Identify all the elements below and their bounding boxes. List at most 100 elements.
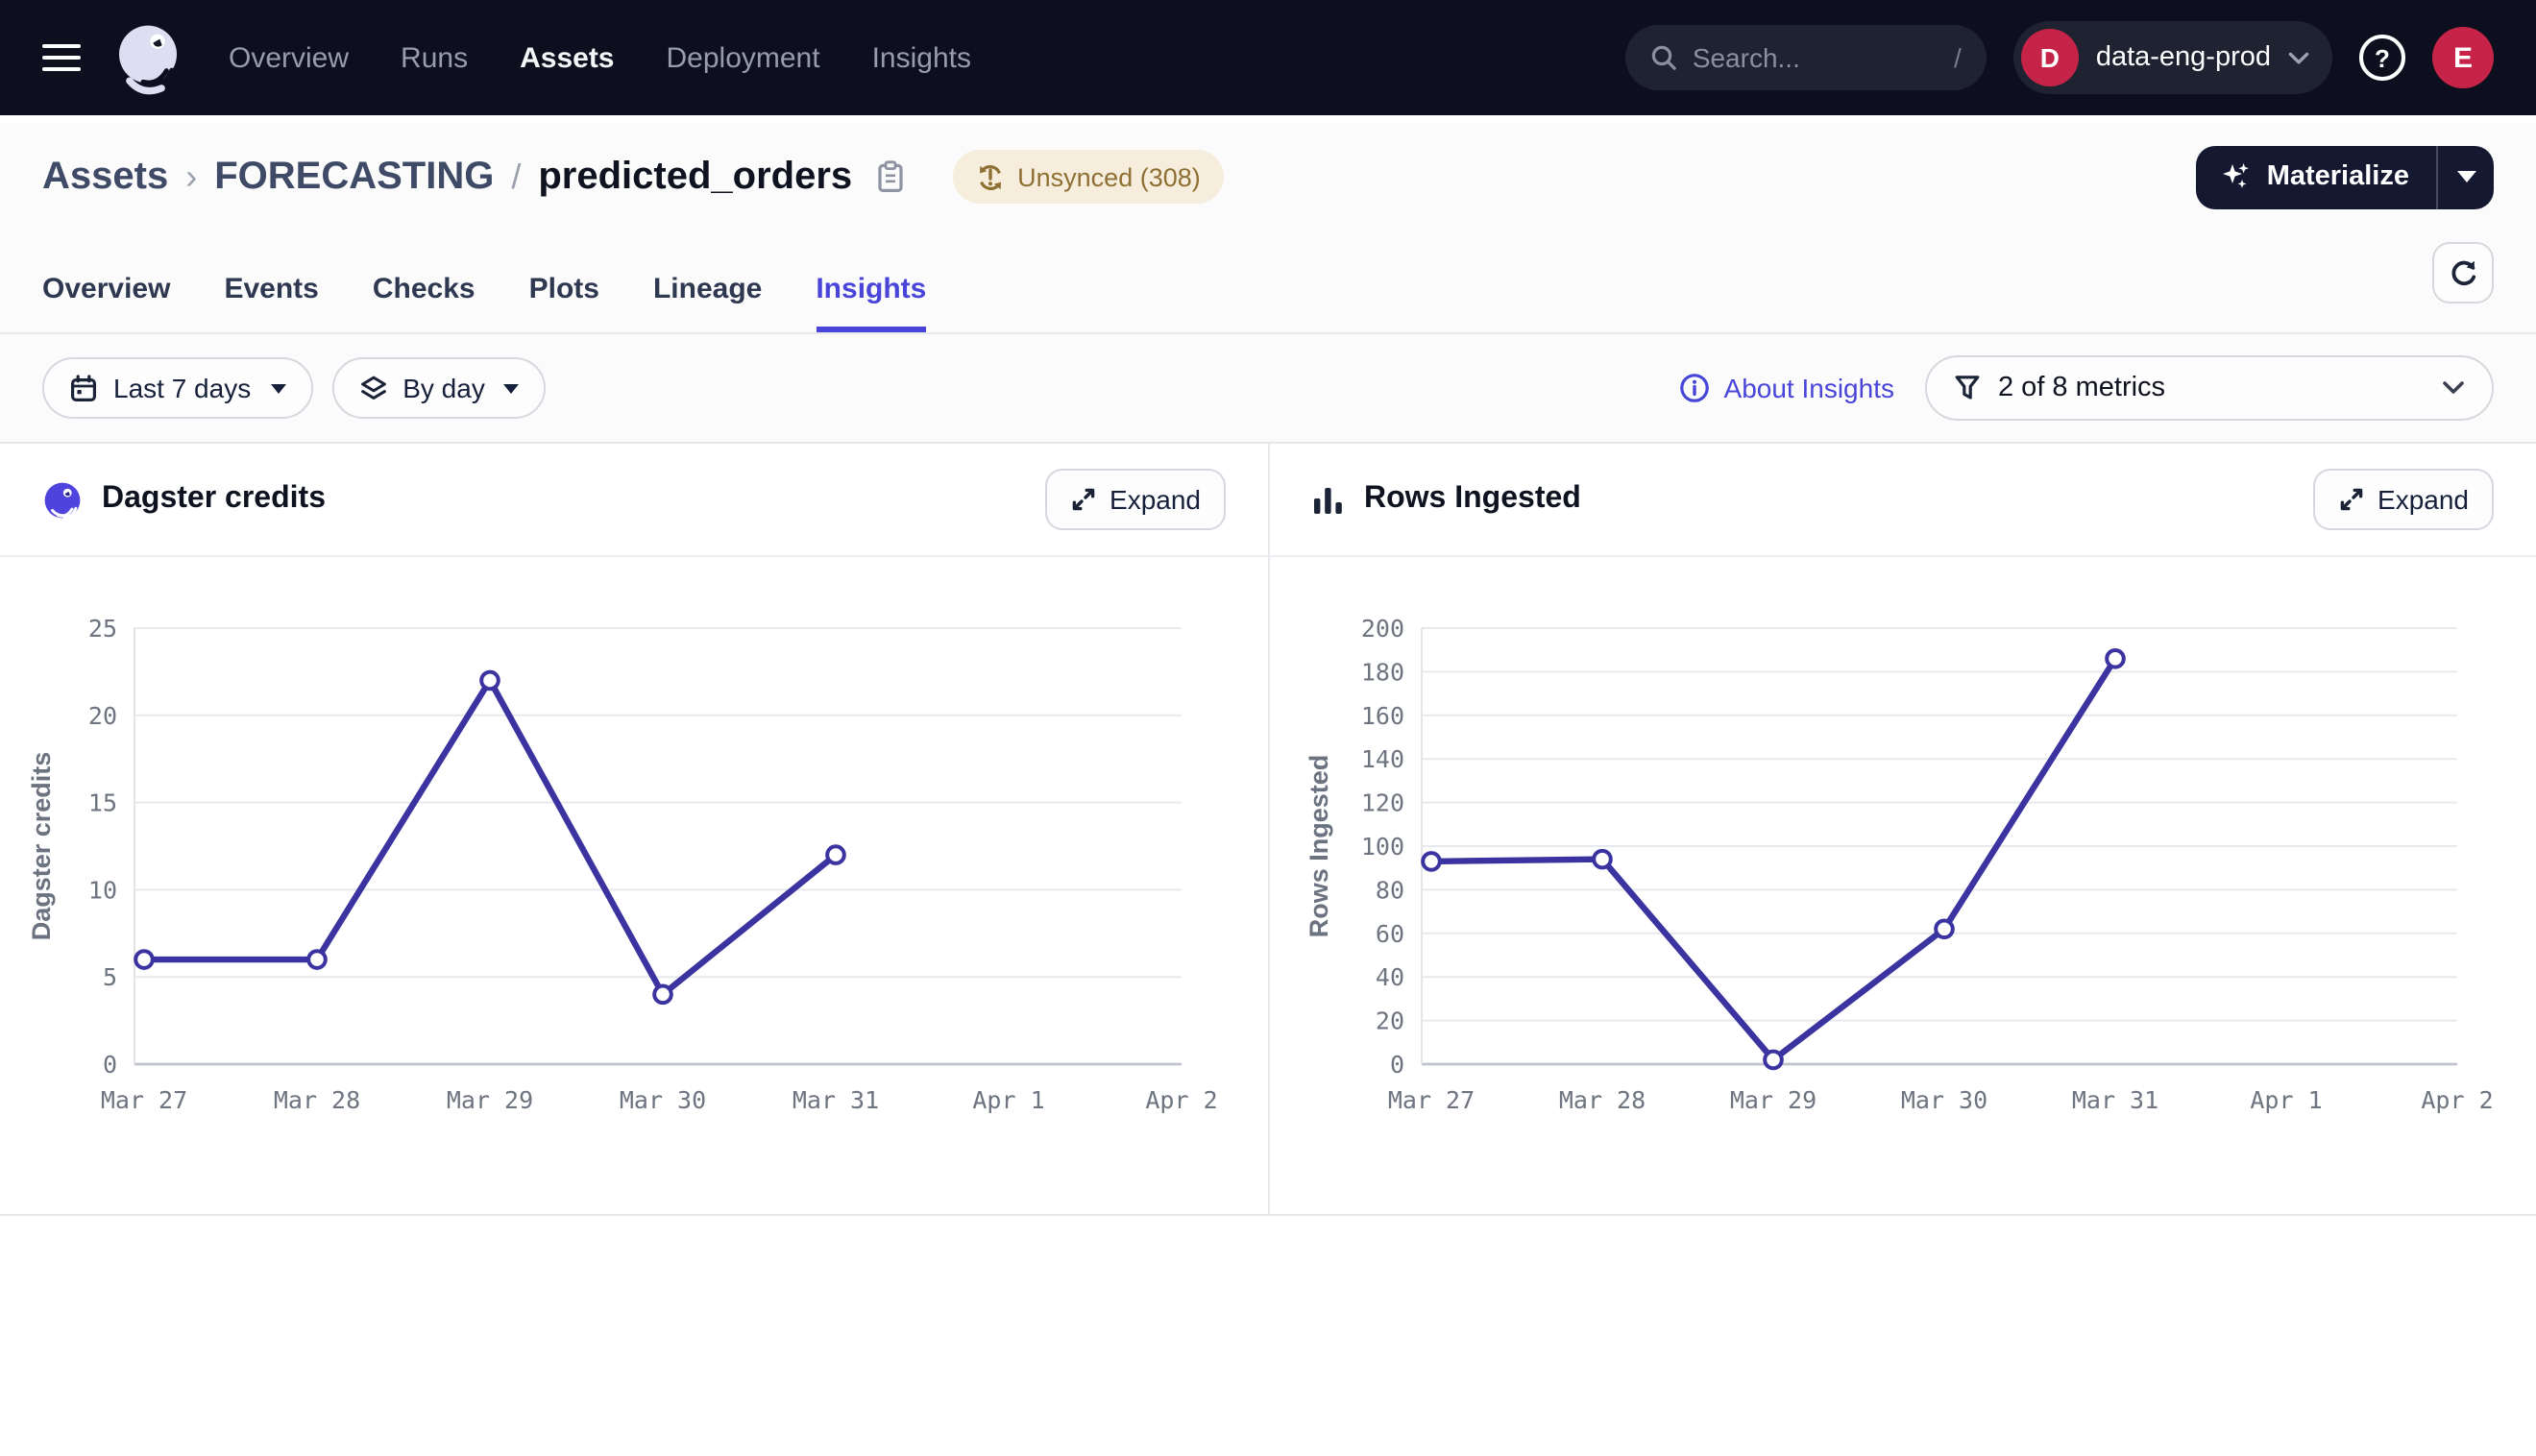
svg-text:Mar 29: Mar 29: [447, 1086, 533, 1114]
about-insights-link[interactable]: About Insights: [1680, 373, 1894, 403]
insights-filter-bar: Last 7 days By day About: [0, 334, 2536, 444]
tab-plots[interactable]: Plots: [529, 273, 599, 332]
dagster-credits-line-chart: 0510152025Dagster creditsMar 27Mar 28Mar…: [0, 557, 1268, 1214]
search-placeholder: Search...: [1693, 42, 1800, 73]
nav-item-deployment[interactable]: Deployment: [667, 41, 820, 74]
svg-text:Mar 30: Mar 30: [1901, 1086, 1987, 1114]
tab-overview[interactable]: Overview: [42, 273, 170, 332]
granularity-dropdown[interactable]: By day: [331, 357, 547, 419]
deployment-badge: D: [2021, 29, 2079, 86]
chevron-down-icon: [2288, 51, 2309, 64]
unsynced-label: Unsynced (308): [1017, 162, 1201, 191]
materialize-split-button: Materialize: [2196, 145, 2494, 208]
dagster-logo-icon: [42, 479, 83, 520]
materialize-button[interactable]: Materialize: [2196, 145, 2436, 208]
dagster-credits-card: Dagster credits Expand 0510152025Dagster…: [0, 444, 1268, 1214]
svg-text:15: 15: [88, 789, 117, 817]
breadcrumb-assets-link[interactable]: Assets: [42, 155, 168, 199]
svg-text:100: 100: [1361, 833, 1404, 861]
expand-rows-ingested-button[interactable]: Expand: [2312, 469, 2494, 530]
materialize-label: Materialize: [2267, 161, 2409, 192]
svg-text:20: 20: [1376, 1007, 1404, 1035]
expand-dagster-credits-button[interactable]: Expand: [1044, 469, 1226, 530]
primary-nav: Overview Runs Assets Deployment Insights: [229, 41, 971, 74]
bar-chart-icon: [1312, 483, 1345, 516]
breadcrumb-separator: ›: [185, 157, 197, 197]
svg-text:160: 160: [1361, 702, 1404, 730]
search-input[interactable]: Search... /: [1625, 25, 1987, 90]
nav-item-insights[interactable]: Insights: [872, 41, 971, 74]
nav-item-assets[interactable]: Assets: [520, 41, 614, 74]
caret-down-icon: [2456, 171, 2475, 182]
svg-text:80: 80: [1376, 876, 1404, 904]
svg-text:0: 0: [1390, 1051, 1404, 1079]
empty-page-area: [0, 1216, 2536, 1454]
svg-text:140: 140: [1361, 745, 1404, 773]
materialize-dropdown-button[interactable]: [2436, 145, 2494, 208]
refresh-icon: [2447, 256, 2479, 289]
svg-text:20: 20: [88, 702, 117, 730]
dagster-logo-icon[interactable]: [110, 19, 186, 96]
tab-checks[interactable]: Checks: [373, 273, 476, 332]
svg-text:5: 5: [103, 963, 117, 991]
copy-asset-name-icon[interactable]: [875, 159, 904, 194]
search-icon: [1650, 44, 1677, 71]
chart-title: Rows Ingested: [1364, 482, 1581, 517]
deployment-switcher[interactable]: D data-eng-prod: [2013, 21, 2332, 94]
unsynced-status-badge[interactable]: Unsynced (308): [952, 150, 1224, 204]
nav-item-overview[interactable]: Overview: [229, 41, 349, 74]
date-range-dropdown[interactable]: Last 7 days: [42, 357, 312, 419]
hamburger-menu-icon[interactable]: [42, 43, 81, 72]
caret-down-icon: [270, 383, 285, 393]
filter-funnel-icon: [1954, 375, 1981, 401]
tab-lineage[interactable]: Lineage: [653, 273, 762, 332]
search-shortcut-hint: /: [1954, 42, 1962, 73]
help-icon[interactable]: ?: [2359, 35, 2405, 81]
svg-text:Apr 2: Apr 2: [2421, 1086, 2493, 1114]
date-range-label: Last 7 days: [113, 373, 251, 403]
asset-header: Assets › FORECASTING / predicted_orders: [0, 123, 2536, 231]
svg-text:0: 0: [103, 1051, 117, 1079]
nav-item-runs[interactable]: Runs: [401, 41, 468, 74]
sync-alert-icon: [975, 162, 1004, 191]
svg-text:Apr 1: Apr 1: [972, 1086, 1044, 1114]
tab-insights[interactable]: Insights: [816, 273, 926, 332]
breadcrumb: Assets › FORECASTING / predicted_orders: [42, 150, 1224, 204]
svg-text:Dagster credits: Dagster credits: [27, 752, 56, 941]
deployment-name: data-eng-prod: [2096, 42, 2271, 73]
calendar-icon: [69, 374, 98, 402]
about-insights-label: About Insights: [1724, 373, 1894, 403]
svg-text:120: 120: [1361, 789, 1404, 817]
info-icon: [1680, 373, 1711, 403]
expand-icon: [2337, 486, 2364, 513]
granularity-label: By day: [402, 373, 485, 403]
chart-title: Dagster credits: [102, 482, 326, 517]
svg-text:Apr 2: Apr 2: [1145, 1086, 1217, 1114]
svg-text:Mar 31: Mar 31: [2072, 1086, 2158, 1114]
breadcrumb-group-link[interactable]: FORECASTING: [214, 155, 494, 199]
expand-icon: [1069, 486, 1096, 513]
tab-events[interactable]: Events: [224, 273, 318, 332]
user-avatar[interactable]: E: [2432, 27, 2494, 88]
svg-text:Mar 28: Mar 28: [1559, 1086, 1646, 1114]
svg-text:Rows Ingested: Rows Ingested: [1305, 755, 1333, 938]
metrics-filter-select[interactable]: 2 of 8 metrics: [1925, 355, 2494, 421]
svg-text:Mar 27: Mar 27: [101, 1086, 187, 1114]
svg-text:200: 200: [1361, 615, 1404, 643]
top-nav: Overview Runs Assets Deployment Insights…: [0, 0, 2536, 115]
svg-text:Mar 30: Mar 30: [620, 1086, 706, 1114]
rows-ingested-card: Rows Ingested Expand 0 20 40 60 80 100 120 140 1…: [1268, 444, 2536, 1214]
expand-label: Expand: [2378, 484, 2469, 515]
svg-text:180: 180: [1361, 658, 1404, 686]
svg-text:25: 25: [88, 615, 117, 643]
asset-name: predicted_orders: [538, 155, 852, 199]
svg-text:Mar 31: Mar 31: [792, 1086, 879, 1114]
refresh-button[interactable]: [2432, 242, 2494, 303]
svg-text:40: 40: [1376, 963, 1404, 991]
breadcrumb-separator: /: [511, 157, 521, 197]
svg-text:Apr 1: Apr 1: [2250, 1086, 2322, 1114]
expand-label: Expand: [1110, 484, 1201, 515]
asset-tabs: Overview Events Checks Plots Lineage Ins…: [0, 231, 2536, 334]
svg-text:60: 60: [1376, 920, 1404, 948]
caret-down-icon: [504, 383, 520, 393]
